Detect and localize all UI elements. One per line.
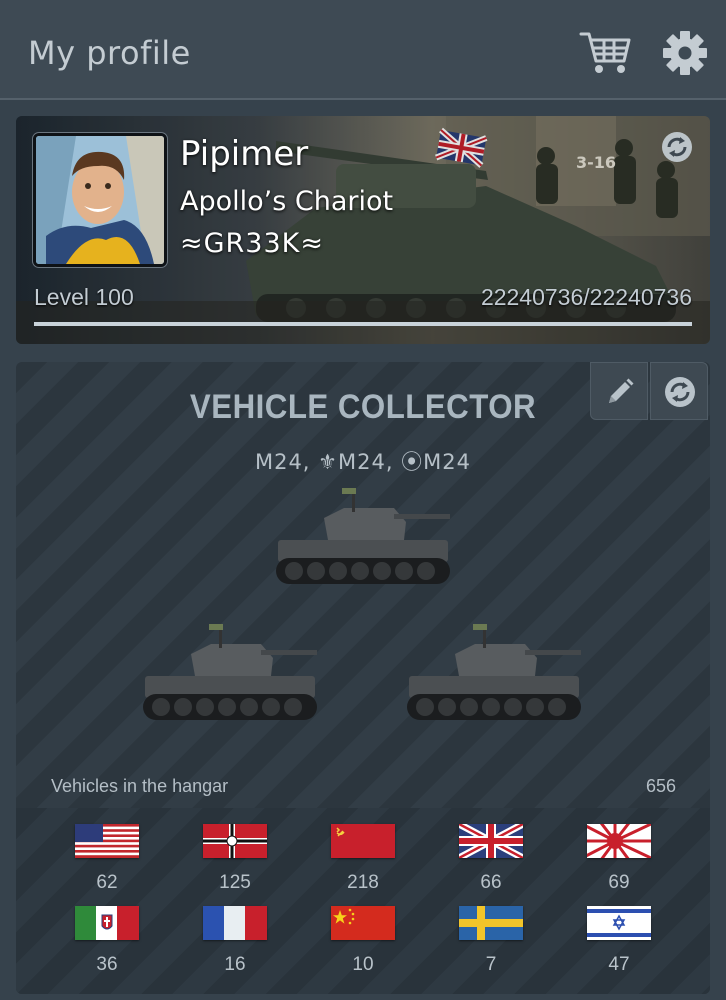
m24-tank-image [407,624,581,720]
achievement-title: VEHICLE COLLECTOR [189,388,537,426]
france-flag-icon [203,906,267,940]
profile-card[interactable]: 3-16 Pipimer Apollo’s Chariot ≈GR33K≈ Le… [16,116,710,344]
nation-france[interactable]: 16 [185,906,285,986]
nation-count: 125 [219,872,251,893]
experience-progress-bar [34,322,692,326]
player-title: Apollo’s Chariot [180,186,394,217]
nation-italy[interactable]: 36 [57,906,157,986]
nation-japan[interactable]: 69 [569,824,669,904]
refresh-icon[interactable] [660,130,694,164]
china-flag-icon [331,906,395,940]
hangar-count: 656 [645,776,676,796]
nation-count: 47 [608,954,630,975]
clan-tag[interactable]: ≈GR33K≈ [180,228,324,259]
nation-israel[interactable]: 47 [569,906,669,986]
avatar[interactable] [33,133,167,267]
usa-flag-icon [75,824,139,858]
nation-sweden[interactable]: 7 [441,906,541,986]
germany-flag-icon [203,824,267,858]
uk-flag-icon [459,824,523,858]
nation-germany[interactable]: 125 [185,824,285,904]
hangar-label: Vehicles in the hangar [51,776,229,796]
cart-icon[interactable] [578,28,632,76]
israel-flag-icon [587,906,651,940]
nation-count: 7 [485,954,497,975]
hangar-summary: Vehicles in the hangar 656 [16,770,710,806]
nation-china[interactable]: 10 [313,906,413,986]
gear-icon[interactable] [662,30,708,76]
nation-count: 36 [96,954,118,975]
m24-tank-image [143,624,317,720]
nation-count: 66 [480,872,502,893]
achievement-card: VEHICLE COLLECTOR M24, ⚜M24, ⦿M24 Vehicl… [16,362,710,994]
m24-tank-image [276,488,450,584]
player-level: Level 100 [34,284,134,310]
nation-usa[interactable]: 62 [57,824,157,904]
page-title: My profile [28,34,191,72]
nation-count: 16 [224,954,246,975]
pilot-portrait-icon [36,136,164,264]
achievement-vehicles: M24, ⚜M24, ⦿M24 [254,450,472,474]
nation-count: 62 [96,872,118,893]
experience-progress-fill [34,322,692,326]
nation-count: 218 [347,872,379,893]
player-name: Pipimer [180,134,309,174]
nation-count: 69 [608,872,630,893]
nation-uk[interactable]: 66 [441,824,541,904]
top-bar: My profile [0,0,726,100]
japan-flag-icon [587,824,651,858]
sweden-flag-icon [459,906,523,940]
nation-ussr[interactable]: 218 [313,824,413,904]
italy-flag-icon [75,906,139,940]
nation-count: 10 [352,954,374,975]
ussr-flag-icon [331,824,395,858]
experience-value: 22240736/22240736 [480,284,692,310]
nation-grid: 62 125 218 66 69 36 16 10 7 47 [16,808,710,994]
